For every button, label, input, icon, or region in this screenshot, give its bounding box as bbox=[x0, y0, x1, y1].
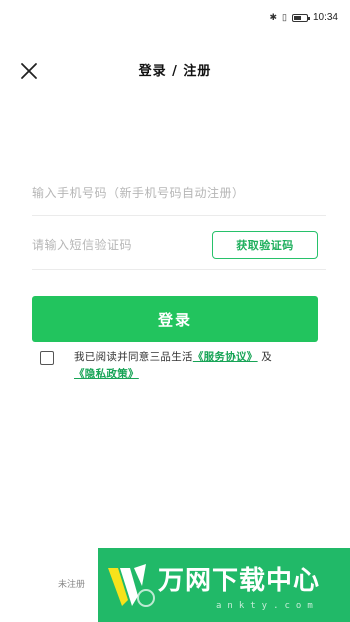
status-time: 10:34 bbox=[312, 12, 338, 23]
agreement-prefix: 我已阅读并同意三品生活 bbox=[74, 351, 193, 363]
header: 登录 / 注册 bbox=[0, 52, 350, 88]
watermark-title: 万网下载中心 bbox=[158, 566, 321, 596]
agree-checkbox[interactable] bbox=[40, 351, 54, 365]
status-icons: ✱ ▯ 10:34 bbox=[269, 12, 338, 23]
battery-icon bbox=[291, 13, 310, 22]
watermark-logo-icon bbox=[108, 564, 155, 607]
login-button[interactable]: 登录 bbox=[32, 296, 318, 342]
bluetooth-icon: ✱ bbox=[269, 12, 278, 22]
status-bar: ✱ ▯ 10:34 bbox=[0, 0, 350, 40]
agreement-conjunction: 及 bbox=[261, 351, 273, 363]
get-code-button[interactable]: 获取验证码 bbox=[212, 231, 318, 259]
privacy-policy-link[interactable]: 《隐私政策》 bbox=[74, 368, 139, 380]
watermark-subtitle: ankty.com bbox=[216, 601, 319, 611]
sms-code-input[interactable] bbox=[32, 220, 202, 269]
watermark: 万网下载中心 ankty.com bbox=[98, 548, 350, 622]
phone-row bbox=[32, 170, 326, 216]
page-title: 登录 / 注册 bbox=[138, 64, 212, 79]
code-row: 获取验证码 bbox=[32, 220, 326, 270]
service-agreement-link[interactable]: 《服务协议》 bbox=[193, 351, 258, 363]
agreement-text: 我已阅读并同意三品生活《服务协议》 及 《隐私政策》 bbox=[74, 349, 296, 383]
vibrate-icon: ▯ bbox=[282, 12, 287, 22]
bottom-note: 未注册 bbox=[58, 580, 86, 590]
battery-fill bbox=[293, 15, 302, 20]
phone-input[interactable] bbox=[32, 170, 326, 215]
